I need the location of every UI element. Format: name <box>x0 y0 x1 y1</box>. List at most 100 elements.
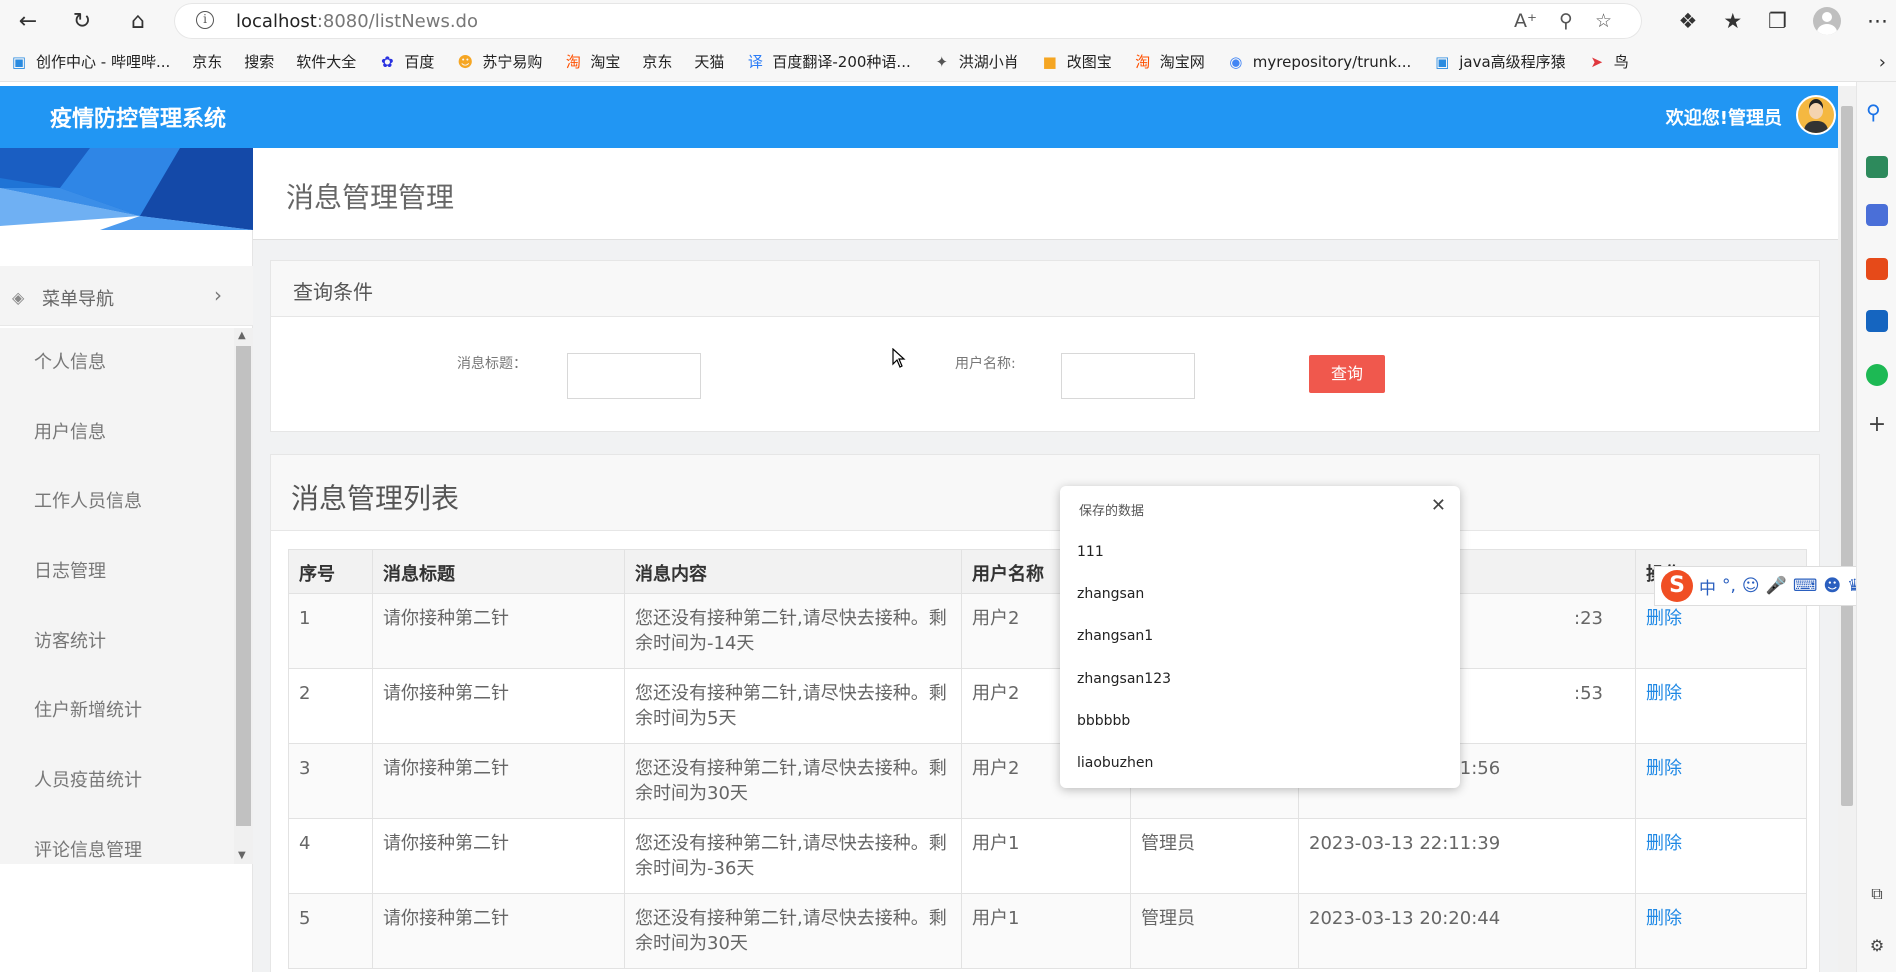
search-icon[interactable]: ⚲ <box>1866 100 1888 124</box>
page-scroll-thumb[interactable] <box>1841 106 1853 806</box>
profile-avatar-icon[interactable] <box>1813 7 1841 35</box>
banner-polygons <box>0 148 253 230</box>
bookmark-item[interactable]: 软件大全 <box>0 51 357 145</box>
bookmark-item[interactable]: 京东 <box>0 51 673 145</box>
taobao-icon: 淘 <box>565 53 581 71</box>
microphone-icon[interactable]: 🎤 <box>1766 576 1787 596</box>
delete-link[interactable]: 删除 <box>1646 758 1682 779</box>
sidebar-toggle-icon[interactable]: ⧉ <box>1866 884 1888 906</box>
favorite-star-icon[interactable]: ☆ <box>1595 10 1612 32</box>
sidebar-scroll-thumb[interactable] <box>236 346 251 826</box>
autofill-item[interactable]: zhangsan1 <box>1077 628 1153 644</box>
autofill-item[interactable]: bbbbbb <box>1077 713 1130 729</box>
ime-mode-toggle[interactable]: 中 <box>1699 574 1716 599</box>
cell-content: 您还没有接种第二针,请尽快去接种。剩余时间为-36天 <box>624 818 962 894</box>
cell-action: 删除 <box>1635 893 1807 969</box>
edge-sidebar: ⚲ + ⧉ ⚙ <box>1856 82 1896 972</box>
table-row: 1 请你接种第二针 您还没有接种第二针,请尽快去接种。剩余时间为-14天 用户2… <box>288 593 1807 669</box>
cell-no: 2 <box>288 668 373 744</box>
office-icon[interactable] <box>1866 258 1888 280</box>
add-icon[interactable]: + <box>1866 414 1888 436</box>
bookmark-item[interactable]: 京东 <box>0 51 222 145</box>
read-aloud-icon[interactable]: A⁺ <box>1514 10 1537 32</box>
back-arrow-icon[interactable]: ← <box>14 7 42 35</box>
sidebar-scrollbar[interactable]: ▲ ▼ <box>234 328 253 864</box>
sogou-logo-icon[interactable]: S <box>1661 570 1693 602</box>
sidebar-item-visitor-stats[interactable]: 访客统计 <box>0 607 234 677</box>
message-title-input[interactable] <box>567 353 701 399</box>
people-icon[interactable] <box>1866 204 1888 226</box>
extensions-icon[interactable]: ❖ <box>1679 9 1698 33</box>
sidebar-item-staff-info[interactable]: 工作人员信息 <box>0 467 234 537</box>
autofill-item[interactable]: liaobuzhen <box>1077 755 1153 771</box>
bookmark-label: 软件大全 <box>296 53 357 71</box>
bookmark-item[interactable]: 天猫 <box>0 51 724 145</box>
sidebar-item-personal-info[interactable]: 个人信息 <box>0 328 234 398</box>
delete-link[interactable]: 删除 <box>1646 833 1682 854</box>
keyboard-icon[interactable]: ⌨ <box>1793 576 1818 596</box>
sidebar-banner <box>0 148 253 230</box>
sidebar-item-user-info[interactable]: 用户信息 <box>0 398 234 468</box>
cell-time: 2023-03-13 20:20:44 <box>1298 893 1636 969</box>
bookmark-item[interactable]: ▣ java高级程序猿 <box>1433 51 1566 72</box>
address-bar[interactable]: i localhost:8080/listNews.do A⁺ ⚲ ☆ <box>174 3 1642 39</box>
home-icon[interactable]: ⌂ <box>124 7 152 35</box>
delete-link[interactable]: 删除 <box>1646 608 1682 629</box>
bookmark-item[interactable]: 搜索 <box>0 51 274 145</box>
delete-link[interactable]: 删除 <box>1646 908 1682 929</box>
favorites-icon[interactable]: ★ <box>1723 9 1742 33</box>
more-menu-icon[interactable]: ⋯ <box>1867 9 1888 33</box>
sidebar-item-comment-management[interactable]: 评论信息管理 <box>0 816 234 864</box>
bookmark-item[interactable]: 淘淘宝 <box>564 51 621 72</box>
search-button[interactable]: 查询 <box>1309 355 1385 393</box>
admin-avatar[interactable] <box>1796 95 1836 135</box>
bookmark-item[interactable]: ☻ 苏宁易购 <box>456 51 543 72</box>
scroll-down-arrow-icon[interactable]: ▼ <box>238 850 246 861</box>
page-scrollbar[interactable] <box>1838 86 1856 972</box>
ime-punctuation-toggle[interactable]: °, <box>1722 576 1736 596</box>
bookmark-item[interactable]: ▣ 创作中心 - 哔哩哔... <box>10 51 170 72</box>
url-text[interactable]: localhost:8080/listNews.do <box>236 11 478 32</box>
sidebar-item-resident-stats[interactable]: 住户新增统计 <box>0 676 234 746</box>
bookmarks-overflow-chevron-icon[interactable]: › <box>1879 52 1886 73</box>
outlook-icon[interactable] <box>1866 310 1888 332</box>
site-info-icon[interactable]: i <box>196 11 214 29</box>
collections-icon[interactable]: ❐ <box>1768 9 1787 33</box>
page-title: 消息管理管理 <box>286 181 455 214</box>
cell-content: 您还没有接种第二针,请尽快去接种。剩余时间为30天 <box>624 743 962 819</box>
settings-gear-icon[interactable]: ⚙ <box>1866 936 1888 958</box>
column-header-title: 消息标题 <box>372 549 625 594</box>
menu-navigation-header[interactable]: ◈ 菜单导航 › <box>0 266 253 326</box>
bookmark-label: 创作中心 - 哔哩哔... <box>36 53 171 71</box>
bookmark-item[interactable]: ✿ 百度 <box>378 51 434 72</box>
sidebar-item-vaccine-stats[interactable]: 人员疫苗统计 <box>0 746 234 816</box>
bookmark-item[interactable]: 译百度翻译-200种语... <box>746 51 911 72</box>
username-input[interactable] <box>1061 353 1195 399</box>
autofill-item[interactable]: 111 <box>1077 544 1104 560</box>
sidebar-item-log-management[interactable]: 日志管理 <box>0 537 234 607</box>
table-header-row: 序号 消息标题 消息内容 用户名称 操作 <box>288 549 1807 594</box>
close-icon[interactable]: ✕ <box>1431 495 1446 516</box>
autofill-item[interactable]: zhangsan <box>1077 586 1144 602</box>
bookmark-item[interactable]: 淘淘宝网 <box>1134 51 1205 72</box>
cell-title: 请你接种第二针 <box>372 743 625 819</box>
zoom-icon[interactable]: ⚲ <box>1559 10 1573 32</box>
bookmark-item[interactable]: ◉ myrepository/trunk... <box>1227 53 1411 71</box>
url-path: :8080/listNews.do <box>316 11 478 32</box>
message-title-label: 消息标题： <box>457 356 527 372</box>
username-label: 用户名称: <box>955 356 1016 372</box>
autofill-item[interactable]: zhangsan123 <box>1077 671 1171 687</box>
scroll-up-arrow-icon[interactable]: ▲ <box>238 330 246 341</box>
bookmark-item[interactable]: ➤ 鸟 <box>1588 51 1628 72</box>
message-list-panel: 消息管理列表 序号 消息标题 消息内容 用户名称 操作 <box>270 454 1820 972</box>
user-icon[interactable]: ☻ <box>1823 576 1841 596</box>
bookmark-item[interactable]: ■ 改图宝 <box>1041 51 1112 72</box>
spotify-icon[interactable] <box>1866 364 1888 386</box>
emoji-icon[interactable]: ☺ <box>1742 576 1760 596</box>
tools-icon[interactable] <box>1866 156 1888 178</box>
cell-no: 3 <box>288 743 373 819</box>
bookmark-item[interactable]: ✦ 洪湖小肖 <box>933 51 1018 72</box>
refresh-icon[interactable]: ↻ <box>68 7 96 35</box>
bookmark-label: 京东 <box>642 53 673 71</box>
delete-link[interactable]: 删除 <box>1646 683 1682 704</box>
